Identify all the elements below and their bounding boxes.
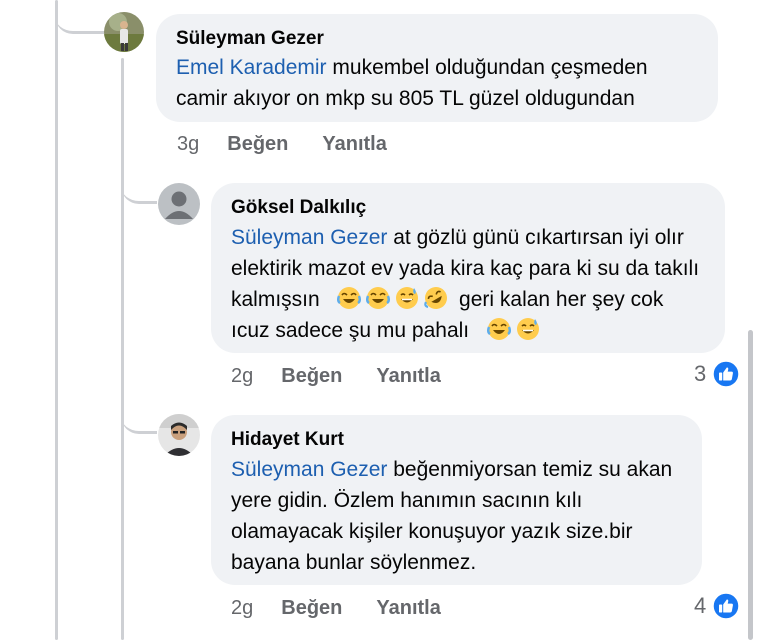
grinning-face-with-sweat-icon: [395, 286, 419, 310]
comment-actions: 3g Beğen Yanıtla: [177, 133, 421, 156]
comment-bubble: Süleyman Gezer Emel Karademir mukembel o…: [156, 14, 718, 122]
thread-curve-reply-2: [121, 390, 157, 434]
reply-button[interactable]: Yanıtla: [376, 365, 440, 388]
like-icon: [712, 592, 740, 620]
reaction-count: 4: [694, 593, 707, 618]
reply-button[interactable]: Yanıtla: [376, 597, 440, 620]
mention-link[interactable]: Süleyman Gezer: [231, 226, 387, 249]
comment-text: Süleyman Gezer at gözlü günü cıkartırsan…: [231, 222, 705, 346]
comment-author[interactable]: Hidayet Kurt: [231, 428, 682, 452]
scrollbar-thumb[interactable]: [748, 330, 753, 640]
like-button[interactable]: Beğen: [281, 597, 342, 620]
avatar-goksel-dalkilic[interactable]: [158, 183, 200, 225]
comment-time[interactable]: 2g: [231, 365, 253, 388]
like-button[interactable]: Beğen: [227, 133, 288, 156]
comment-bubble: Hidayet Kurt Süleyman Gezer beğenmiyorsa…: [211, 415, 702, 585]
comment-time[interactable]: 2g: [231, 597, 253, 620]
comment-actions: 2g Beğen Yanıtla: [231, 597, 475, 620]
mention-link[interactable]: Emel Karademir: [176, 56, 327, 79]
comment-text: Süleyman Gezer beğenmiyorsan temiz su ak…: [231, 454, 682, 578]
face-with-tears-of-joy-icon: [366, 286, 391, 310]
avatar-hidayet-kurt[interactable]: [158, 414, 200, 456]
grinning-face-with-sweat-icon: [516, 317, 540, 341]
like-icon: [712, 360, 740, 388]
reaction-summary[interactable]: 3: [694, 360, 740, 388]
thread-curve-reply-1: [121, 160, 157, 204]
thread-line-outer: [55, 0, 58, 640]
comment-actions: 2g Beğen Yanıtla: [231, 365, 475, 388]
reply-button[interactable]: Yanıtla: [322, 133, 386, 156]
comment-time[interactable]: 3g: [177, 133, 199, 156]
reaction-summary[interactable]: 4: [694, 592, 740, 620]
avatar-suleyman-gezer[interactable]: [104, 12, 144, 52]
like-button[interactable]: Beğen: [281, 365, 342, 388]
face-with-tears-of-joy-icon: [486, 317, 511, 341]
face-with-tears-of-joy-icon: [337, 286, 362, 310]
comment-text: Emel Karademir mukembel olduğundan çeşme…: [176, 52, 698, 114]
reaction-count: 3: [694, 361, 707, 386]
rolling-on-the-floor-laughing-icon: [424, 286, 448, 310]
thread-line-reply: [121, 58, 124, 640]
mention-link[interactable]: Süleyman Gezer: [231, 458, 387, 481]
thread-curve-top: [55, 0, 105, 34]
comment-bubble: Göksel Dalkılıç Süleyman Gezer at gözlü …: [211, 183, 725, 353]
comment-author[interactable]: Göksel Dalkılıç: [231, 196, 705, 220]
comment-author[interactable]: Süleyman Gezer: [176, 27, 698, 51]
